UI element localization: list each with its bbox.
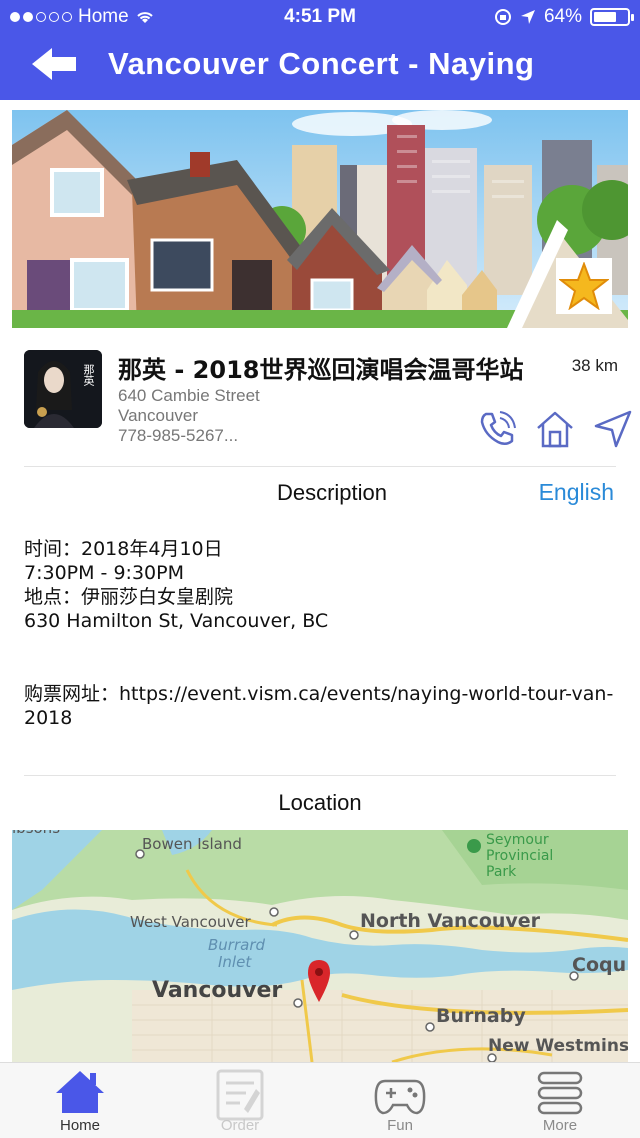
distance-label: 38 km xyxy=(571,356,618,375)
description-body: 时间：2018年4月10日 7:30PM - 9:30PM 地点：伊丽莎白女皇剧… xyxy=(24,538,329,632)
tab-home-label: Home xyxy=(59,1117,100,1134)
event-banner-image xyxy=(12,110,628,328)
map-label-seymour-1: Seymour xyxy=(486,832,549,848)
thumb-text: 那英 xyxy=(82,364,95,386)
phone-icon[interactable] xyxy=(476,408,518,450)
tab-home[interactable]: Home xyxy=(0,1063,160,1138)
map-label-new-west: New Westmins xyxy=(488,1036,628,1056)
tab-bar: Home Order Fun More xyxy=(0,1062,640,1138)
language-toggle[interactable]: English xyxy=(539,479,614,506)
tab-order[interactable]: Order xyxy=(160,1063,320,1138)
tab-more-label: More xyxy=(542,1117,578,1134)
map-label-coquitlam: Coqu xyxy=(572,954,626,976)
map-label-burrard-1: Burrard xyxy=(208,936,265,954)
location-heading: Location xyxy=(278,790,362,815)
event-address: 640 Cambie Street Vancouver 778-985-5267… xyxy=(118,386,260,446)
tab-more[interactable]: More xyxy=(480,1063,640,1138)
divider xyxy=(24,775,616,776)
battery-percent: 64% xyxy=(543,6,582,27)
map-label-burnaby: Burnaby xyxy=(436,1005,526,1027)
document-icon xyxy=(216,1069,264,1121)
map-label-bowen: Bowen Island xyxy=(142,835,242,853)
tab-order-label: Order xyxy=(220,1117,260,1134)
arrow-left-icon xyxy=(32,48,76,80)
favorite-button[interactable] xyxy=(556,258,612,314)
tab-fun-label: Fun xyxy=(387,1117,413,1134)
map-label-west-van: West Vancouver xyxy=(130,913,251,931)
orientation-lock-icon xyxy=(494,9,511,25)
location-arrow-icon xyxy=(520,10,535,24)
back-button[interactable] xyxy=(30,44,80,84)
event-title: 那英 - 2018世界巡回演唱会温哥华站 xyxy=(118,356,524,384)
map-label-vancouver: Vancouver xyxy=(152,978,282,1003)
status-bar: Home 4:51 PM 64% xyxy=(0,0,640,34)
event-thumbnail: 那英 xyxy=(24,350,102,428)
gamepad-icon xyxy=(374,1079,426,1115)
map-label-gibsons: ibsons xyxy=(12,830,60,837)
divider xyxy=(24,466,616,467)
map-label-seymour-2: Provincial xyxy=(486,848,553,864)
tab-fun[interactable]: Fun xyxy=(320,1063,480,1138)
map-label-north-van: North Vancouver xyxy=(360,910,541,932)
navigation-bar: Home 4:51 PM 64% Vancouver Concert - Nay… xyxy=(0,0,640,100)
map-label-seymour-3: Park xyxy=(486,864,517,880)
navigate-icon[interactable] xyxy=(592,408,634,450)
battery-icon xyxy=(590,8,634,26)
page-title: Vancouver Concert - Naying xyxy=(108,46,535,81)
ticket-url[interactable]: 购票网址：https://event.vism.ca/events/naying… xyxy=(24,682,614,730)
location-map[interactable]: ibsons Bowen Island West Vancouver Coqu … xyxy=(12,830,628,1062)
house-icon xyxy=(56,1071,104,1113)
home-icon[interactable] xyxy=(534,408,576,450)
map-label-burrard-2: Inlet xyxy=(218,953,252,971)
phone-number: 778-985-5267... xyxy=(118,426,239,445)
menu-icon xyxy=(537,1071,583,1115)
star-icon xyxy=(559,262,609,310)
address-line-2: Vancouver xyxy=(118,406,199,425)
action-buttons xyxy=(476,408,634,450)
address-line-1: 640 Cambie Street xyxy=(118,386,260,405)
